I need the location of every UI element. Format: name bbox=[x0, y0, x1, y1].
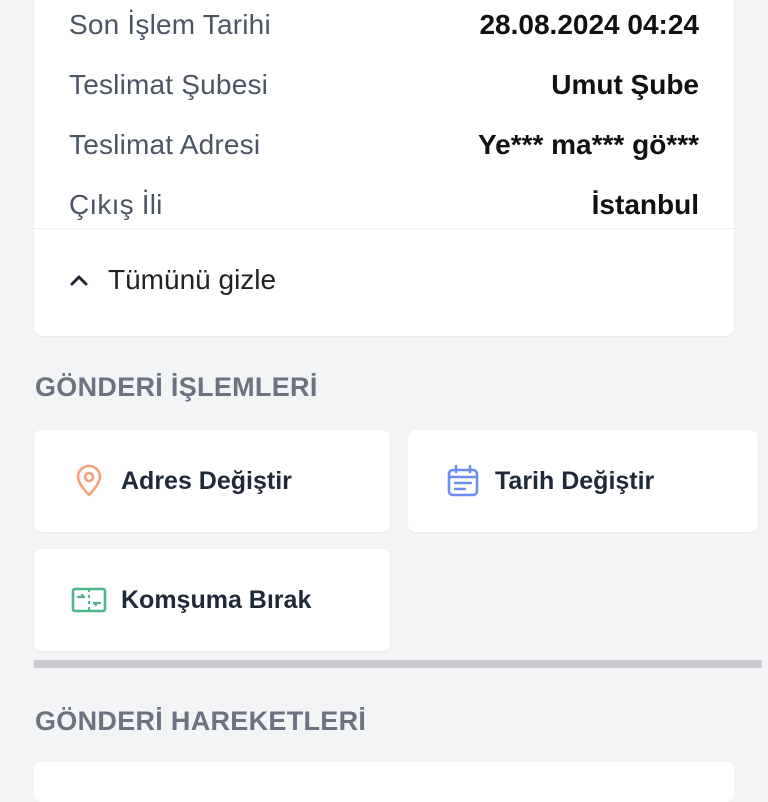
detail-row-delivery-address: Teslimat Adresi Ye*** ma*** gö*** bbox=[69, 125, 699, 165]
movements-card bbox=[34, 762, 734, 802]
calendar-icon bbox=[447, 464, 479, 497]
hide-all-label: Tümünü gizle bbox=[108, 264, 277, 295]
shipment-movements-title: GÖNDERİ HAREKETLERİ bbox=[35, 706, 367, 736]
change-address-button[interactable]: Adres Değiştir bbox=[34, 430, 390, 532]
detail-label: Çıkış İli bbox=[69, 189, 163, 220]
detail-label: Teslimat Şubesi bbox=[69, 69, 269, 100]
change-address-label: Adres Değiştir bbox=[121, 466, 292, 495]
leave-with-neighbor-button[interactable]: Komşuma Bırak bbox=[34, 549, 390, 651]
detail-value: Ye*** ma*** gö*** bbox=[477, 129, 699, 160]
detail-label: Son İşlem Tarihi bbox=[69, 9, 271, 40]
card-divider bbox=[34, 228, 734, 229]
change-date-label: Tarih Değiştir bbox=[495, 466, 655, 495]
change-date-button[interactable]: Tarih Değiştir bbox=[408, 430, 758, 532]
detail-row-last-operation-date: Son İşlem Tarihi 28.08.2024 04:24 bbox=[69, 5, 699, 45]
shipment-details-card: Son İşlem Tarihi 28.08.2024 04:24 Teslim… bbox=[34, 0, 734, 336]
detail-value: 28.08.2024 04:24 bbox=[479, 9, 699, 40]
chevron-up-icon bbox=[70, 275, 88, 286]
detail-value: İstanbul bbox=[591, 189, 699, 220]
section-separator bbox=[34, 660, 762, 668]
hide-all-toggle[interactable]: Tümünü gizle bbox=[68, 258, 276, 302]
detail-row-delivery-branch: Teslimat Şubesi Umut Şube bbox=[69, 65, 699, 105]
detail-row-origin-city: Çıkış İli İstanbul bbox=[69, 185, 699, 225]
location-pin-icon bbox=[76, 464, 102, 497]
leave-with-neighbor-label: Komşuma Bırak bbox=[121, 585, 312, 614]
detail-label: Teslimat Adresi bbox=[69, 129, 261, 160]
neighbor-transfer-icon bbox=[71, 587, 107, 613]
shipment-actions-title: GÖNDERİ İŞLEMLERİ bbox=[35, 372, 318, 402]
detail-value: Umut Şube bbox=[551, 69, 699, 100]
